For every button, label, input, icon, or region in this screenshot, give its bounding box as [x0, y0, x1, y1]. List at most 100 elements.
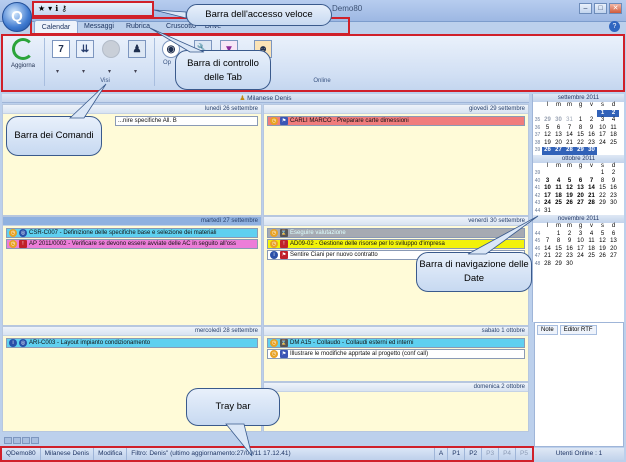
chevron-down-icon[interactable]: ▾ — [108, 68, 111, 75]
calendar-day[interactable]: 17 — [575, 246, 586, 254]
calendar-day[interactable]: 27 — [553, 147, 564, 155]
event-item[interactable]: ...nire specifiche All. B — [115, 116, 258, 126]
calendar-day[interactable]: 25 — [586, 253, 597, 261]
calendar-day[interactable]: 23 — [608, 193, 619, 201]
calendar-day[interactable]: 20 — [553, 140, 564, 148]
calendar-day[interactable]: 24 — [597, 140, 608, 148]
calendar-day[interactable]: 29 — [553, 261, 564, 269]
calendar-day[interactable]: 7 — [542, 238, 553, 246]
calendar-day[interactable]: 12 — [564, 185, 575, 193]
star-icon[interactable]: ★ — [38, 4, 45, 14]
calendar-day[interactable]: 18 — [553, 193, 564, 201]
event-item[interactable]: ◷ ⚑ CARLI MARCO - Preparare carte dimess… — [267, 116, 525, 126]
tray-priority[interactable]: P3 — [482, 448, 500, 460]
calendar-day[interactable]: 31 — [564, 117, 575, 125]
tray-priority[interactable]: P2 — [465, 448, 483, 460]
calendar-day[interactable]: 4 — [608, 117, 619, 125]
calendar-day[interactable]: 18 — [586, 246, 597, 254]
calendar-day[interactable]: 11 — [553, 185, 564, 193]
calendar-day[interactable]: 20 — [575, 193, 586, 201]
calendar-day[interactable]: 26 — [542, 147, 553, 155]
calendar-day[interactable]: 12 — [542, 132, 553, 140]
calendar-day[interactable]: 8 — [575, 125, 586, 133]
calendar-day[interactable]: 3 — [542, 178, 553, 186]
calendar-day[interactable]: 22 — [597, 193, 608, 201]
day-cell-sat1[interactable]: sabato 1 ottobre ◷ ⌛ DM A15 - Collaudo -… — [263, 326, 529, 382]
calendar-day[interactable]: 10 — [542, 185, 553, 193]
calendar-month-title[interactable]: settembre 2011 — [533, 94, 624, 102]
calendar-day[interactable]: 11 — [586, 238, 597, 246]
tray-priority[interactable]: P4 — [499, 448, 517, 460]
calendar-day[interactable]: 5 — [597, 231, 608, 239]
refresh-button[interactable]: Aggiorna — [8, 38, 38, 82]
calendar-day[interactable]: 1 — [553, 231, 564, 239]
event-item[interactable]: ◷ ⚑ Illustrare le modifiche apprtate al … — [267, 349, 525, 359]
calendar-day[interactable]: 22 — [553, 253, 564, 261]
calendar-day[interactable]: 12 — [597, 238, 608, 246]
calendar-day[interactable]: 21 — [542, 253, 553, 261]
calendar-day[interactable]: 13 — [575, 185, 586, 193]
calendar-day[interactable]: 29 — [542, 117, 553, 125]
calendar-day[interactable]: 26 — [597, 253, 608, 261]
calendar-day[interactable]: 7 — [586, 178, 597, 186]
calendar-day[interactable]: 5 — [542, 125, 553, 133]
calendar-day[interactable]: 4 — [553, 178, 564, 186]
tray-priority[interactable]: P1 — [448, 448, 466, 460]
calendar-day[interactable]: 23 — [586, 140, 597, 148]
key-icon[interactable]: ⚷ — [61, 4, 67, 14]
calendar-day[interactable]: 22 — [575, 140, 586, 148]
calendar-day[interactable]: 30 — [564, 261, 575, 269]
calendar-day[interactable]: 28 — [542, 261, 553, 269]
chevron-down-icon[interactable]: ▾ — [82, 68, 85, 75]
calendar-day[interactable]: 6 — [608, 231, 619, 239]
calendar-day[interactable]: 2 — [564, 231, 575, 239]
calendar-day[interactable]: 9 — [608, 178, 619, 186]
calendar-day[interactable]: 6 — [553, 125, 564, 133]
calendar-day[interactable]: 20 — [608, 246, 619, 254]
day-cell-sun2[interactable]: domenica 2 ottobre — [263, 382, 529, 432]
calendar-day[interactable]: 30 — [608, 200, 619, 208]
event-item[interactable]: ◷ ⌛ Eseguire valutazione — [267, 228, 525, 238]
calendar-day[interactable]: 30 — [553, 117, 564, 125]
calendar-day[interactable]: 27 — [608, 253, 619, 261]
chevron-down-icon[interactable]: ▾ — [134, 68, 137, 75]
calendar-day[interactable]: 17 — [542, 193, 553, 201]
event-item[interactable]: ◷ ! AP 2011/0002 - Verificare se devono … — [6, 239, 258, 249]
dropdown-chevron-icon[interactable]: ▾ — [48, 4, 52, 14]
tab-notes[interactable]: Note — [537, 325, 558, 335]
calendar-day[interactable]: 4 — [586, 231, 597, 239]
calendar-day[interactable]: 1 — [597, 109, 608, 117]
calendar-day[interactable]: 9 — [586, 125, 597, 133]
calendar-day[interactable]: 11 — [608, 125, 619, 133]
calendar-day[interactable]: 19 — [564, 193, 575, 201]
day-cell-tue27[interactable]: martedì 27 settembre ◷ ◎ CSR-C007 - Defi… — [2, 216, 262, 326]
calendar-day[interactable]: 14 — [564, 132, 575, 140]
calendar-day[interactable]: 26 — [564, 200, 575, 208]
minimize-button[interactable]: – — [579, 3, 592, 14]
calendar-day[interactable]: 29 — [575, 147, 586, 155]
calendar-day[interactable]: 24 — [575, 253, 586, 261]
calendar-day[interactable]: 5 — [564, 178, 575, 186]
first-page-button[interactable] — [4, 437, 12, 444]
calendar-day[interactable]: 27 — [575, 200, 586, 208]
calendar-day[interactable]: 18 — [608, 132, 619, 140]
event-item[interactable]: ◷ ◎ CSR-C007 - Definizione delle specifi… — [6, 228, 258, 238]
tab-editor-rtf[interactable]: Editor RTF — [559, 325, 597, 335]
calendar-day[interactable]: 15 — [575, 132, 586, 140]
event-item[interactable]: ◷ ⌛ DM A15 - Collaudo - Collaudi esterni… — [267, 338, 525, 348]
event-item[interactable]: ◷ ! AD09-02 - Gestione delle risorse per… — [267, 239, 525, 249]
app-orb-button[interactable]: Q — [2, 2, 32, 32]
calendar-day[interactable]: 1 — [575, 117, 586, 125]
calendar-day[interactable]: 28 — [564, 147, 575, 155]
calendar-day[interactable]: 21 — [586, 193, 597, 201]
next-page-button[interactable] — [22, 437, 30, 444]
calendar-day[interactable]: 10 — [575, 238, 586, 246]
calendar-day[interactable]: 13 — [608, 238, 619, 246]
calendar-day[interactable]: 25 — [608, 140, 619, 148]
calendar-day[interactable]: 9 — [564, 238, 575, 246]
calendar-day[interactable]: 23 — [564, 253, 575, 261]
info-icon[interactable]: ℹ — [55, 4, 58, 14]
calendar-day[interactable]: 2 — [586, 117, 597, 125]
calendar-day[interactable]: 15 — [553, 246, 564, 254]
calendar-day[interactable]: 15 — [597, 185, 608, 193]
